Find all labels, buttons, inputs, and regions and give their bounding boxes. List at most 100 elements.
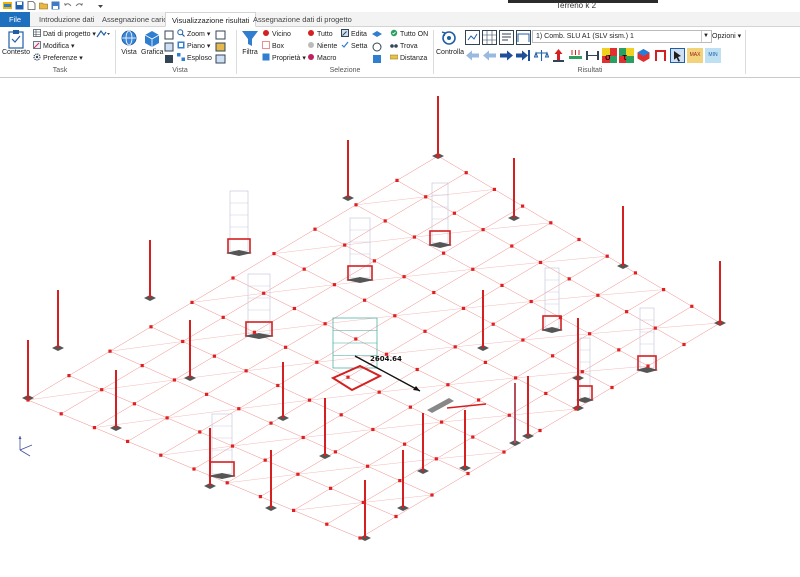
niente-button[interactable]: Niente: [307, 41, 337, 52]
min-toggle[interactable]: MIN: [705, 48, 721, 63]
arrow-right-icon[interactable]: [499, 48, 514, 63]
arrow-right-end-icon[interactable]: [516, 48, 531, 63]
mesh-edge: [94, 427, 128, 442]
mesh-edge: [134, 403, 168, 419]
mesh-edge: [254, 308, 295, 333]
max-toggle[interactable]: MAX: [687, 48, 703, 63]
results-structure-icon[interactable]: [516, 30, 531, 45]
view-tools-icon[interactable]: [215, 30, 227, 64]
mesh-node: [646, 364, 650, 368]
vicino-button[interactable]: Vicino: [262, 29, 291, 40]
trova-button[interactable]: Trova: [390, 41, 418, 52]
preferenze-button[interactable]: Preferenze ▾: [33, 53, 83, 64]
quick-access-dropdown-icon[interactable]: [96, 1, 105, 10]
open-folder-icon[interactable]: [39, 1, 48, 10]
chevron-down-icon[interactable]: ▼: [701, 31, 710, 42]
deformation-icon[interactable]: [585, 48, 600, 63]
dati-di-progetto-button[interactable]: Dati di progetto ▾: [33, 29, 96, 40]
mesh-edge: [245, 347, 286, 372]
mesh-edge: [232, 422, 272, 447]
results-report-icon[interactable]: [499, 30, 514, 45]
mesh-edge: [232, 253, 275, 279]
mesh-diagonal: [227, 474, 298, 483]
results-table-icon[interactable]: [465, 30, 480, 45]
mesh-diagonal: [597, 289, 664, 296]
results-grid-icon[interactable]: [482, 30, 497, 45]
mesh-node: [471, 435, 475, 439]
shortcut-icon[interactable]: [96, 29, 110, 39]
mesh-edge: [404, 443, 437, 460]
mesh-edge: [316, 338, 356, 363]
tutto-on-button[interactable]: Tutto ON: [390, 29, 428, 40]
new-file-icon[interactable]: [27, 1, 36, 10]
mesh-edge: [424, 331, 456, 348]
undo-icon[interactable]: [63, 1, 72, 10]
macro-button[interactable]: Macro: [307, 53, 336, 64]
mesh-node: [402, 275, 406, 279]
structure-model[interactable]: 2604.64: [0, 78, 800, 577]
view-modes-icon[interactable]: [164, 30, 174, 64]
layer-tools-icon[interactable]: [371, 30, 383, 64]
reaction-arrow-icon[interactable]: [551, 48, 566, 63]
tab-assegnazione-dati-progetto[interactable]: Assegnazione dati di progetto: [247, 12, 358, 27]
redo-icon[interactable]: [75, 1, 84, 10]
controlla-button[interactable]: Controlla: [436, 29, 464, 56]
mesh-edge: [691, 306, 721, 324]
stress-map-icon[interactable]: σ: [602, 48, 617, 63]
save-as-icon[interactable]: [51, 1, 60, 10]
piano-button[interactable]: Piano ▾: [177, 41, 210, 52]
box-button[interactable]: Box: [262, 41, 284, 52]
mesh-node: [159, 453, 163, 457]
zoom-button[interactable]: Zoom ▾: [177, 29, 210, 40]
grafica-button[interactable]: Grafica: [141, 29, 164, 56]
tutto-button[interactable]: Tutto: [307, 29, 333, 40]
rotated-beam: [427, 398, 454, 413]
mesh-edge: [324, 323, 356, 340]
modifica-button[interactable]: Modifica ▾: [33, 41, 75, 52]
edita-button[interactable]: Edita: [341, 29, 367, 40]
filtra-button[interactable]: Filtra: [240, 29, 260, 56]
mesh-edge: [335, 451, 368, 467]
mesh-node: [588, 332, 592, 336]
edit-grid-icon: [33, 41, 41, 49]
save-icon[interactable]: [15, 1, 24, 10]
wall-base: [428, 242, 452, 248]
mesh-edge: [304, 268, 335, 285]
mesh-edge: [330, 466, 368, 489]
load-beam-icon[interactable]: [568, 48, 583, 63]
mesh-edge: [109, 326, 152, 352]
mesh-edge: [309, 376, 349, 401]
mesh-node: [483, 360, 487, 364]
model-viewport[interactable]: 2604.64: [0, 78, 800, 577]
check-results-icon: [441, 31, 456, 45]
mesh-node: [436, 154, 440, 158]
esploso-button[interactable]: Esploso: [177, 53, 212, 64]
vista-button[interactable]: Vista: [118, 29, 140, 56]
solid-results-icon[interactable]: [636, 48, 651, 63]
group-label-selezione: Selezione: [329, 67, 361, 74]
wall-frames: [208, 182, 658, 479]
arrow-left-light-icon[interactable]: [465, 48, 480, 63]
opzioni-button[interactable]: Opzioni ▾: [712, 32, 741, 40]
tab-introduzione-dati[interactable]: Introduzione dati: [33, 12, 100, 27]
mesh-node: [346, 375, 350, 379]
select-none-icon: [308, 42, 314, 48]
contesto-button[interactable]: Contesto: [2, 29, 30, 56]
arrow-left-icon[interactable]: [482, 48, 497, 63]
proprieta-button[interactable]: Proprietà ▾: [262, 53, 306, 64]
balance-icon[interactable]: [534, 48, 549, 63]
distanza-button[interactable]: Distanza: [390, 53, 427, 64]
tab-file[interactable]: File: [0, 12, 30, 27]
mesh-edge: [582, 349, 619, 372]
mesh-edge: [223, 317, 255, 333]
combination-select[interactable]: 1) Comb. SLU A1 (SLV sism.) 1: [532, 30, 712, 43]
tab-visualizzazione-risultati[interactable]: Visualizzazione risultati: [165, 12, 257, 27]
mesh-node: [132, 402, 136, 406]
setta-button[interactable]: Setta: [341, 41, 367, 52]
mesh-edge: [232, 277, 264, 294]
shear-map-icon[interactable]: τ: [619, 48, 634, 63]
mesh-node: [453, 345, 457, 349]
mesh-edge: [191, 302, 224, 318]
frame-results-icon[interactable]: [653, 48, 668, 63]
highlight-results-icon[interactable]: [670, 48, 685, 63]
